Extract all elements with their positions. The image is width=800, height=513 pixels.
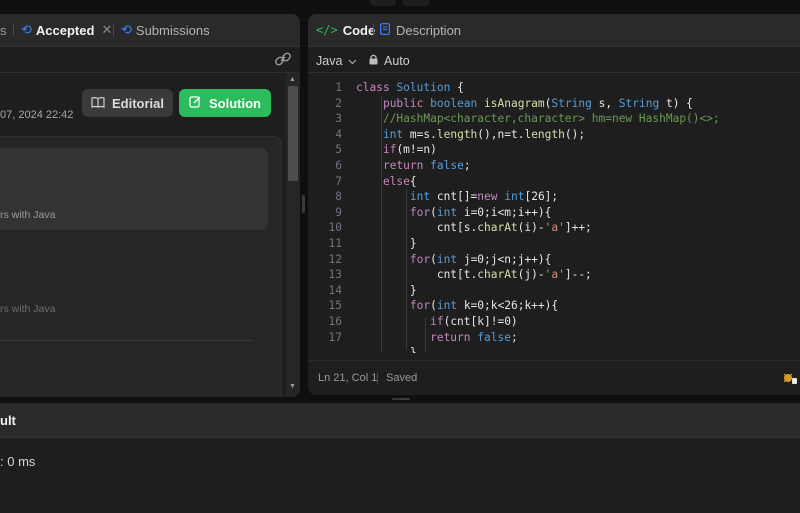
toolbar-divider [308,72,800,73]
line-number: 14 [328,283,342,297]
tab-divider [373,24,374,36]
code-line: return false; [430,330,518,344]
scroll-down-arrow[interactable]: ▼ [289,383,296,390]
top-control-2[interactable] [403,0,429,6]
code-icon: </> [316,23,338,37]
tab-code[interactable]: </> Code [316,14,375,46]
submit-time: 07, 2024 22:42 [0,109,74,121]
code-line: if(cnt[k]!=0) [430,315,518,328]
link-icon[interactable] [274,52,292,66]
chevron-down-icon [348,54,357,68]
result-header [0,403,800,438]
auto-label: Auto [384,54,410,68]
code-line: //HashMap<character,character> hm=new Ha… [382,112,720,126]
line-number: 10 [328,221,342,235]
language-select[interactable]: Java [316,52,357,70]
submission-panel: s ⟲ Accepted ✕ ⟲ Submissions 07, 2024 22… [0,14,300,397]
tab-previous[interactable]: s [0,14,7,46]
scroll-up-arrow[interactable]: ▲ [289,76,296,83]
save-status: Saved [386,372,418,384]
tab-divider [13,24,14,36]
language-value: Java [316,54,343,68]
tab-description[interactable]: Description [380,14,461,46]
code-line: for(int j=0;j<n;j++){ [409,252,552,266]
code-tabbar: </> Code Description [308,14,800,47]
tab-accepted[interactable]: ⟲ Accepted ✕ [21,14,112,46]
top-control-1[interactable] [370,0,396,6]
result-title[interactable]: ult [0,413,16,428]
code-line: } [409,237,417,250]
tab-submissions[interactable]: ⟲ Submissions [121,14,210,46]
row-divider [0,72,300,73]
code-line: return false; [382,159,471,172]
code-line: } [409,346,417,353]
code-line: class Solution { [356,81,464,94]
tab-accepted-label: Accepted [35,22,95,38]
tab-submissions-label: Submissions [135,22,210,38]
code-line: public boolean isAnagram(String s, Strin… [382,96,693,110]
status-divider [377,373,378,384]
solution-label: Solution [209,95,261,111]
scrollbar-thumb[interactable] [288,86,298,181]
lock-icon [369,54,378,68]
tab-description-label: Description [396,22,462,38]
code-line: } [409,283,417,297]
code-line: for(int i=0;i<m;i++){ [409,205,552,219]
close-icon[interactable]: ✕ [101,22,112,38]
statusbar-divider [308,360,800,361]
code-editor[interactable]: 1 2 3 4 5 6 7 8 9 10 11 12 13 14 15 16 17 class Solution… [308,80,800,353]
line-number: 13 [328,268,342,282]
line-number: 6 [335,159,342,172]
code-line: for(int k=0;k<26;k++){ [409,299,559,313]
code-line: cnt[s.charAt(i)-'a']++; [436,221,592,235]
solution-button[interactable]: Solution [179,89,271,117]
auto-format-toggle[interactable]: Auto [369,52,410,70]
line-number: 8 [335,190,342,204]
code-line: cnt[t.charAt(j)-'a']--; [436,268,592,282]
edit-icon [189,95,202,111]
tab-code-label: Code [342,22,376,38]
line-number: 3 [335,112,342,126]
tab-divider [113,24,114,36]
history-icon: ⟲ [121,22,132,37]
cursor-position: Ln 21, Col 1 [318,372,378,384]
line-number: 4 [335,127,342,141]
runtime-beats-note: rs with Java [0,209,56,221]
line-number: 16 [328,315,342,328]
line-number: 11 [328,237,342,250]
memory-beats-note: rs with Java [0,303,56,315]
book-icon [91,96,105,111]
line-number: 7 [335,174,342,188]
editorial-button[interactable]: Editorial [82,89,173,117]
code-line: if(m!=n) [382,143,437,157]
history-icon: ⟲ [21,22,32,37]
editorial-label: Editorial [111,95,164,111]
runtime-value: : 0 ms [0,454,36,469]
line-number: 12 [328,252,342,266]
line-number: 15 [328,299,342,313]
line-number: 5 [335,143,342,157]
card-divider [0,340,252,341]
code-panel: </> Code Description Java Auto 123456789… [308,14,800,395]
result-panel: ult : 0 ms [0,403,800,513]
tab-previous-label: s [0,22,7,38]
panel-resize-handle-horizontal[interactable] [392,398,410,400]
line-number: 1 [335,81,342,94]
line-number-gutter: 1 2 3 4 5 6 7 8 9 10 11 12 13 14 15 16 17 [308,80,348,353]
debugger-icon[interactable] [782,371,798,385]
line-number: 2 [335,96,342,110]
line-number: 17 [328,330,342,344]
line-number: 9 [335,205,342,219]
left-tabbar: s ⟲ Accepted ✕ ⟲ Submissions [0,14,300,47]
panel-resize-handle[interactable] [302,195,305,213]
description-icon [380,22,390,38]
code-line: int m=s.length(),n=t.length(); [382,127,586,141]
code-line: int cnt[]=new int[26]; [409,190,559,204]
code-line: else{ [382,174,417,188]
